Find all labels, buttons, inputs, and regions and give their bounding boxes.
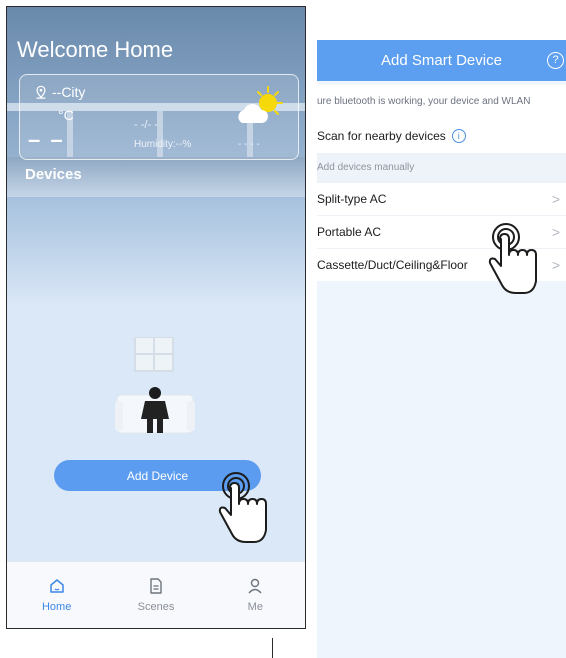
user-icon [248,578,262,594]
device-item-split-ac[interactable]: Split-type AC > [317,183,566,216]
chevron-right-icon: > [551,191,560,207]
tab-scenes-label: Scenes [137,601,175,613]
scan-nearby-row[interactable]: Scan for nearby devices i [317,119,566,153]
tab-me-label: Me [247,601,263,613]
temperature-value: – – [28,127,65,152]
tab-home[interactable]: Home [7,562,106,628]
page-title: Welcome Home [17,37,174,62]
help-icon[interactable]: ? [547,52,564,69]
city-name: --City [52,84,86,100]
tap-hand-icon [488,223,537,294]
sun-cloud-icon [238,86,283,123]
bottom-tab-bar: Home Scenes Me [7,561,305,628]
temperature-unit: °C [58,107,74,123]
city-row[interactable]: --City [34,84,85,100]
device-item-label: Split-type AC [317,192,387,206]
tab-scenes[interactable]: Scenes [106,562,205,628]
info-icon[interactable]: i [451,129,466,143]
devices-heading: Devices [25,166,82,183]
scan-label: Scan for nearby devices [317,129,446,143]
tab-home-label: Home [41,601,72,613]
weather-card[interactable]: --City °C – – - -/- - Humidity:--% - - -… [19,74,299,160]
weather-condition: - - - - [238,139,260,150]
chevron-right-icon: > [551,224,560,240]
header-title: Add Smart Device [381,52,502,69]
bluetooth-notice: ure bluetooth is working, your device an… [317,85,566,119]
chevron-right-icon: > [551,257,560,273]
tap-hand-icon [218,472,267,543]
weather-time: - -/- - [134,119,158,131]
tab-me[interactable]: Me [206,562,305,628]
device-item-label: Portable AC [317,225,382,239]
home-icon [49,579,64,593]
scenes-icon [150,578,162,594]
divider [272,638,273,658]
header-bar: Add Smart Device ? [317,40,566,81]
manual-section-header: Add devices manually [317,153,566,183]
device-item-label: Cassette/Duct/Ceiling&Floor [317,258,468,272]
location-pin-icon [36,85,46,99]
content-area [317,281,566,658]
add-smart-device-screen: Add Smart Device ? ure bluetooth is work… [317,40,566,658]
empty-room-illustration [115,337,195,434]
humidity-text: Humidity:--% [134,139,192,150]
